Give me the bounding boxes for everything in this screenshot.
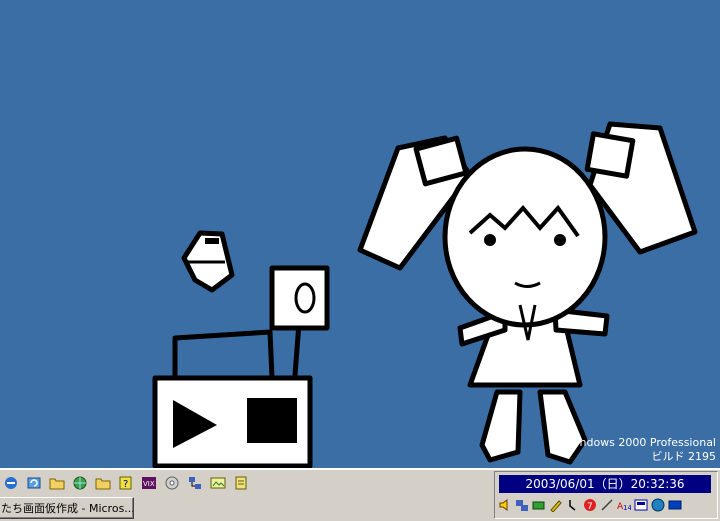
os-build-text: ビルド 2195 <box>651 450 717 463</box>
system-tray: 2003/06/01（日）20:32:36 7 A 14 <box>494 471 718 519</box>
vix-icon[interactable]: VIX <box>138 473 159 493</box>
wallpaper-drawing <box>152 121 698 468</box>
globe-icon[interactable] <box>69 473 90 493</box>
quick-launch-bar: ? VIX <box>0 473 251 495</box>
svg-text:VIX: VIX <box>143 480 155 488</box>
tray-icons: 7 A 14 <box>497 496 683 514</box>
desktop[interactable]: ndows 2000 Professional ビルド 2195 <box>0 0 720 468</box>
battery-icon[interactable] <box>531 496 547 514</box>
globe-icon[interactable] <box>650 496 666 514</box>
picture-icon[interactable] <box>207 473 228 493</box>
task-button-active-window[interactable]: たち画面仮作成 - Micros... <box>0 497 134 519</box>
ime-icon[interactable] <box>633 496 649 514</box>
clock[interactable]: 2003/06/01（日）20:32:36 <box>499 475 711 493</box>
refresh-icon[interactable] <box>23 473 44 493</box>
speaker-icon[interactable] <box>497 496 513 514</box>
svg-text:?: ? <box>123 479 128 490</box>
pen-icon[interactable] <box>548 496 564 514</box>
taskbar: ? VIX たち画面仮作成 - Micros... 2003/06/01（日）2… <box>0 468 720 521</box>
svg-text:14: 14 <box>623 504 631 512</box>
ie-icon[interactable] <box>0 473 21 493</box>
power-icon[interactable] <box>565 496 581 514</box>
network-icon[interactable] <box>184 473 205 493</box>
cd-icon[interactable] <box>161 473 182 493</box>
notepad-icon[interactable] <box>230 473 251 493</box>
folder-icon[interactable] <box>92 473 113 493</box>
network-icon[interactable] <box>514 496 530 514</box>
monitor-icon[interactable] <box>667 496 683 514</box>
font-icon[interactable]: A 14 <box>616 496 632 514</box>
svg-text:7: 7 <box>587 502 593 512</box>
antivirus-icon[interactable]: 7 <box>582 496 598 514</box>
os-edition-text: ndows 2000 Professional <box>579 436 716 449</box>
folder-icon[interactable] <box>46 473 67 493</box>
stylus-icon[interactable] <box>599 496 615 514</box>
os-version-watermark: ndows 2000 Professional ビルド 2195 <box>579 436 716 464</box>
help-book-icon[interactable]: ? <box>115 473 136 493</box>
